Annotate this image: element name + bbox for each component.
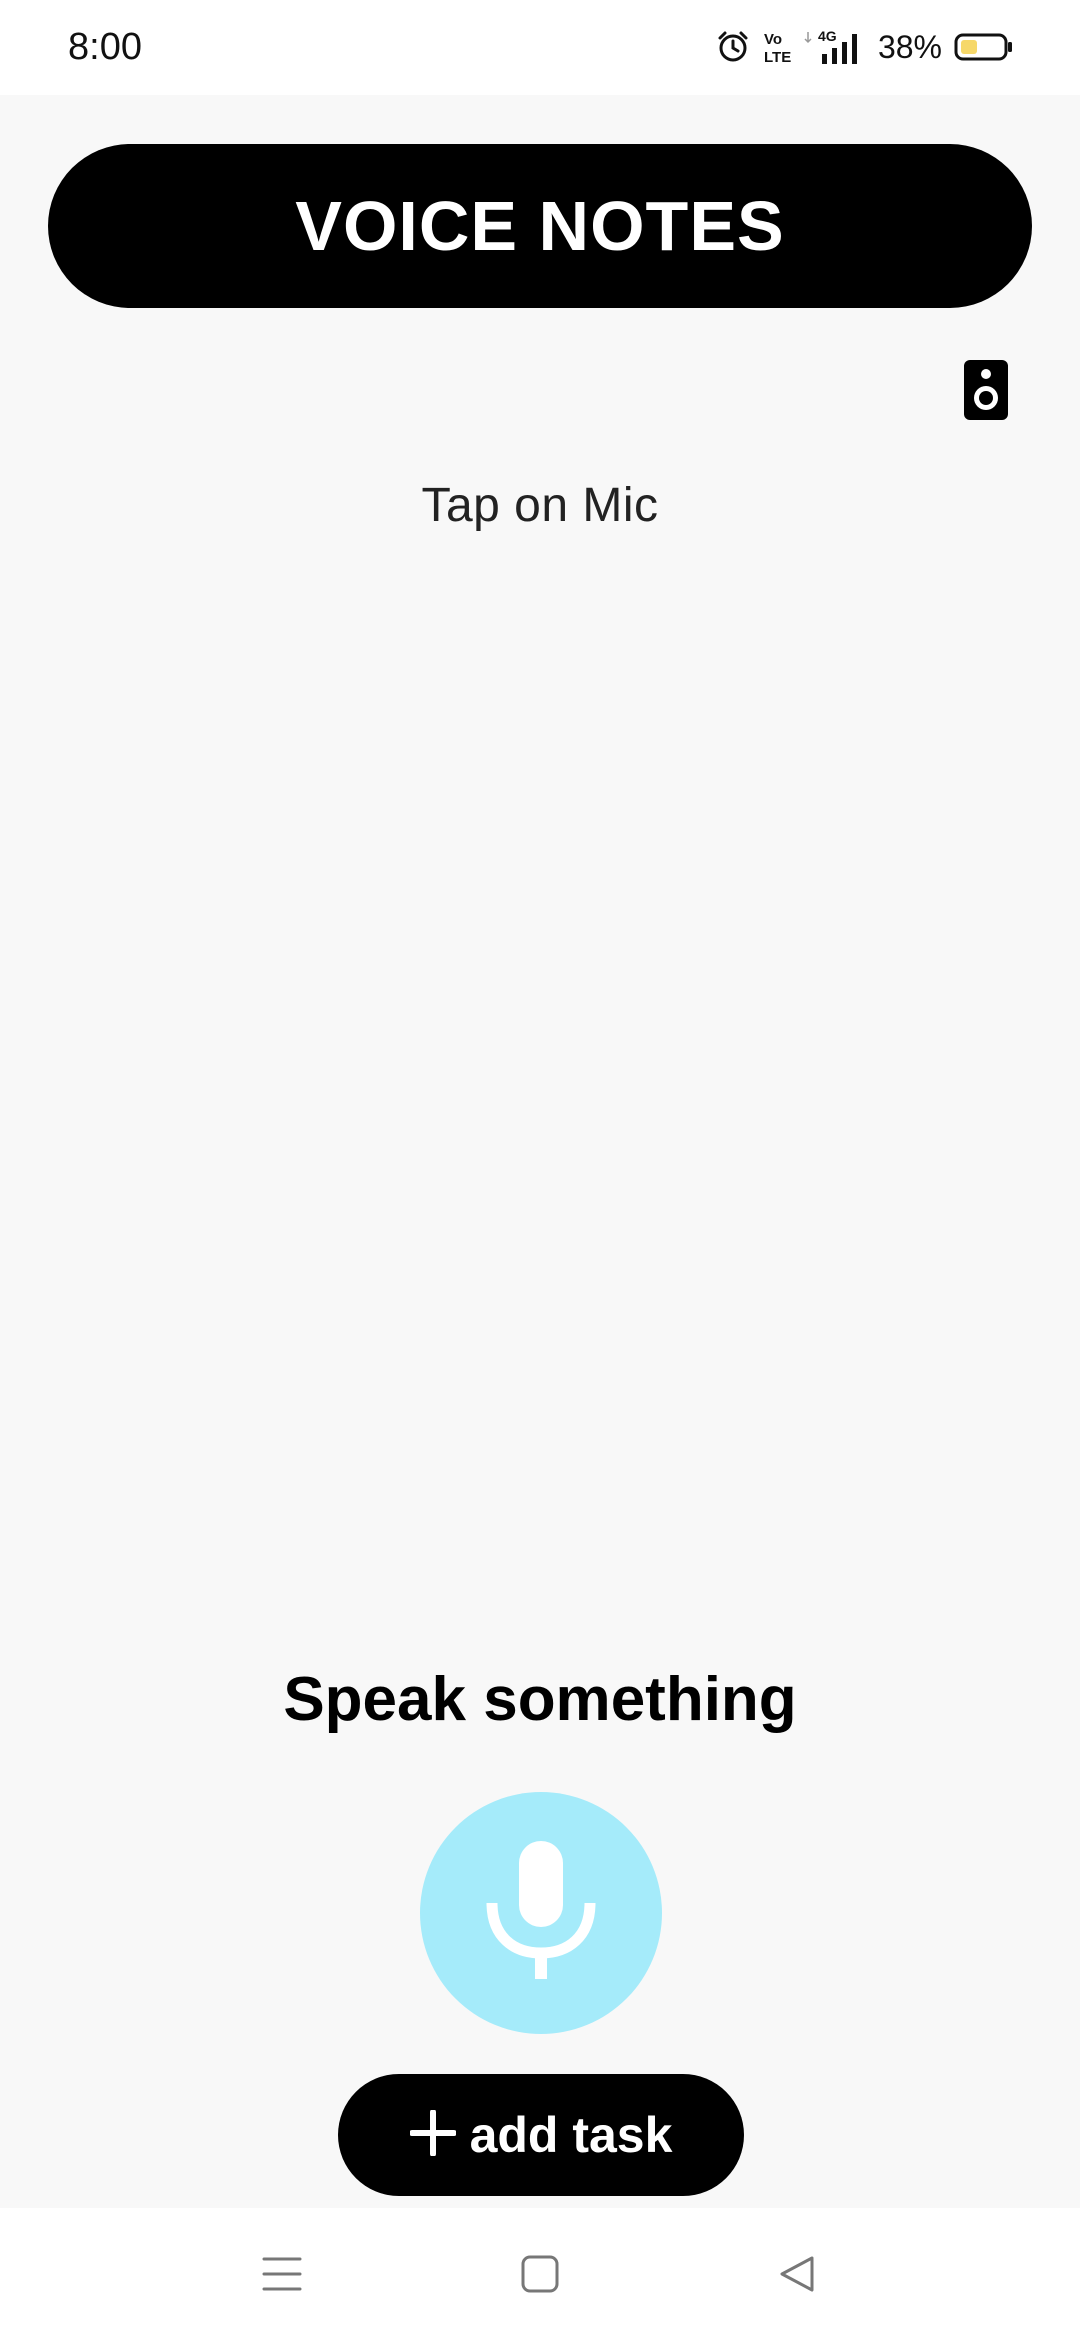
signal-icon: 4G <box>804 28 862 66</box>
plus-icon <box>408 2108 457 2161</box>
home-icon[interactable] <box>512 2246 568 2302</box>
add-task-label: add task <box>469 2107 673 2163</box>
header-banner: VOICE NOTES <box>48 144 1032 308</box>
mic-button[interactable] <box>420 1792 662 2034</box>
system-nav-bar <box>0 2208 1080 2340</box>
speak-label: Speak something <box>283 1665 797 1734</box>
svg-text:Vo: Vo <box>764 31 782 48</box>
menu-icon[interactable] <box>254 2246 310 2302</box>
battery-percent: 38% <box>877 28 942 65</box>
hint-text: Tap on Mic <box>421 479 659 532</box>
status-time: 8:00 <box>68 26 142 68</box>
volte-icon: Vo LTE <box>762 29 792 65</box>
alarm-icon <box>716 30 750 64</box>
svg-text:LTE: LTE <box>764 49 791 65</box>
status-bar: 8:00 Vo LTE 4G 38% <box>0 0 1080 95</box>
status-icons: Vo LTE 4G 38% <box>716 22 1014 72</box>
add-task-button[interactable]: add task <box>338 2074 744 2196</box>
speaker-icon[interactable] <box>964 360 1008 420</box>
svg-text:4G: 4G <box>818 28 837 44</box>
back-icon[interactable] <box>770 2246 826 2302</box>
battery-icon <box>954 32 1014 62</box>
microphone-icon <box>486 1840 596 1986</box>
page-title: VOICE NOTES <box>295 187 785 265</box>
